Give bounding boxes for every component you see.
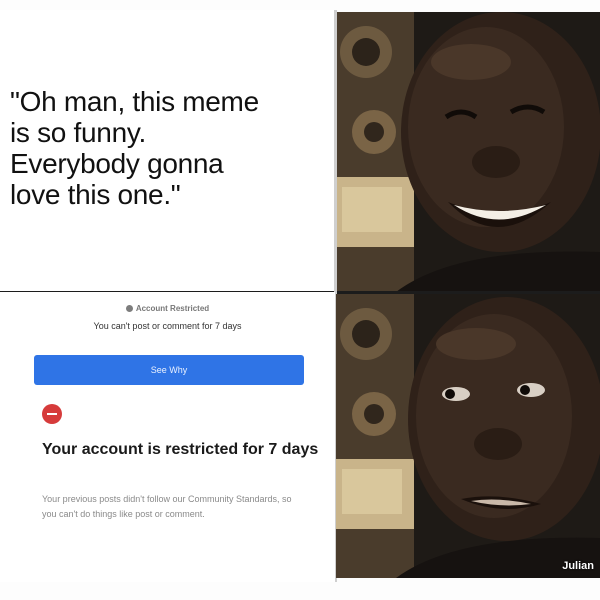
see-why-button[interactable]: See Why (34, 355, 304, 385)
reaction-photo-sad: Julian (336, 294, 600, 578)
restriction-details: Your account is restricted for 7 days Yo… (0, 392, 335, 582)
warning-minus-icon (42, 404, 62, 424)
restricted-dot-icon (125, 305, 133, 312)
caption-line-4: love this one." (10, 179, 181, 210)
meme-image: "Oh man, this meme is so funny. Everybod… (0, 0, 600, 600)
caption-line-1: "Oh man, this meme (10, 86, 259, 117)
reaction-photo-happy (336, 12, 600, 292)
caption-panel: "Oh man, this meme is so funny. Everybod… (0, 10, 335, 292)
restriction-title: Your account is restricted for 7 days (42, 441, 319, 458)
restriction-notice-panel: Account Restricted You can't post or com… (0, 292, 335, 582)
meme-caption: "Oh man, this meme is so funny. Everybod… (10, 86, 330, 210)
caption-line-3: Everybody gonna (10, 148, 224, 179)
restriction-banner: Account Restricted You can't post or com… (0, 292, 335, 388)
restriction-description: Your previous posts didn't follow our Co… (42, 494, 292, 519)
watermark-text: Julian (562, 560, 594, 572)
account-restricted-tag: Account Restricted (0, 304, 335, 313)
restriction-subtitle: You can't post or comment for 7 days (93, 321, 242, 331)
caption-line-2: is so funny. (10, 117, 146, 148)
sad-face-photo (336, 294, 600, 578)
account-restricted-label: Account Restricted (135, 304, 210, 313)
happy-face-photo (336, 12, 600, 292)
